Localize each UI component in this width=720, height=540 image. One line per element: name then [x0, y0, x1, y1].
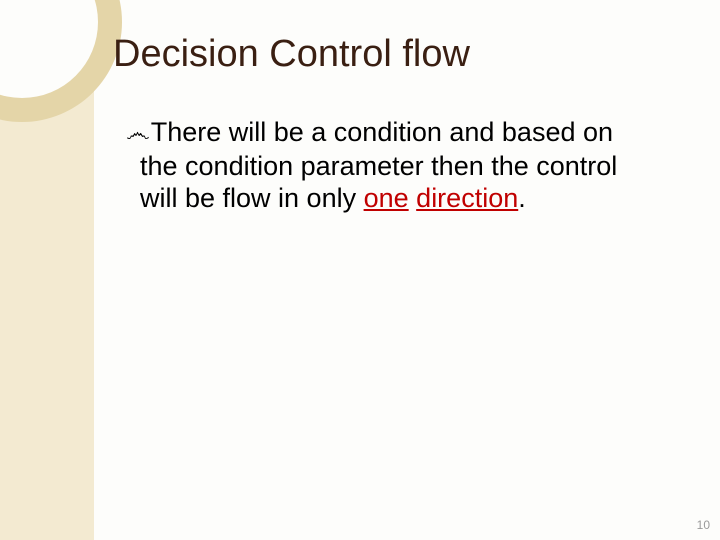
body-keyword-one: one [364, 183, 409, 213]
slide-body: ෴There will be a condition and based on … [140, 116, 650, 215]
body-keyword-direction: direction [416, 183, 518, 213]
page-number: 10 [697, 518, 710, 532]
body-text-post: . [518, 183, 526, 213]
slide-title: Decision Control flow [113, 33, 470, 76]
bullet-icon: ෴ [126, 119, 150, 150]
